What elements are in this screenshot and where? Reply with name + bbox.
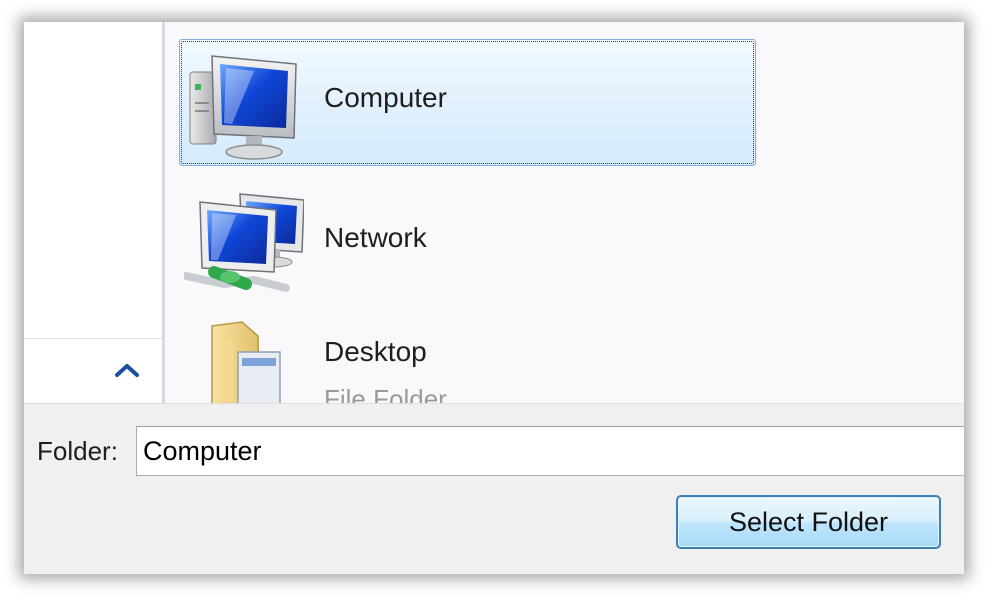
- chevron-up-icon: [115, 364, 139, 377]
- nav-divider: [24, 338, 162, 339]
- footer-divider: [24, 403, 964, 404]
- file-name: Computer: [324, 82, 447, 113]
- file-item-desktop[interactable]: Desktop File Folder: [179, 307, 756, 403]
- file-name: Network: [324, 222, 427, 253]
- select-folder-button[interactable]: Select Folder: [676, 495, 941, 549]
- file-item-network[interactable]: Network: [179, 175, 756, 302]
- network-icon: [184, 193, 304, 292]
- file-list[interactable]: Computer Network Desktop File Folder: [165, 22, 964, 403]
- computer-icon: [189, 55, 297, 160]
- folder-icon: [211, 321, 281, 403]
- file-item-computer[interactable]: Computer: [179, 39, 756, 166]
- file-name: Desktop: [324, 336, 427, 367]
- folder-input[interactable]: [136, 426, 964, 476]
- collapse-button[interactable]: [114, 358, 140, 382]
- select-folder-dialog: Computer Network Desktop File Folder Fol…: [24, 22, 964, 574]
- navigation-pane[interactable]: [24, 22, 165, 403]
- browser-area: Computer Network Desktop File Folder: [24, 22, 964, 403]
- file-type: File Folder: [324, 384, 447, 403]
- folder-label: Folder:: [37, 436, 118, 466]
